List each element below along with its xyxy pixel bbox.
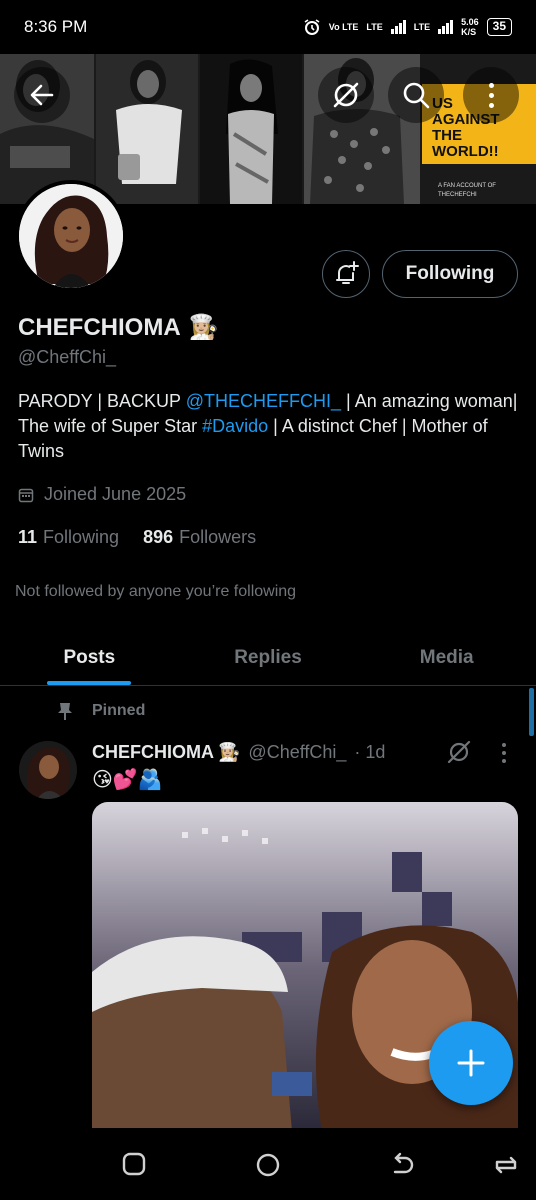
joined-text: Joined June 2025 [44,484,187,504]
post-avatar-photo [19,741,77,799]
post-grok-button[interactable] [444,737,474,767]
active-tab-indicator [47,681,131,685]
post-more-button[interactable] [494,740,514,766]
post-time: · 1d [354,742,386,762]
tab-replies[interactable]: Replies [179,630,358,685]
following-count-link[interactable]: 11 Following [18,527,119,548]
profile-name-text: CHEFCHIOMA [18,313,181,341]
tab-posts[interactable]: Posts [0,630,179,685]
alarm-icon [304,19,320,35]
more-vertical-icon [502,743,506,747]
recent-apps-icon[interactable] [121,1152,147,1176]
post-author-name[interactable]: CHEFCHIOMA [92,742,214,763]
search-icon [403,82,430,109]
compose-button[interactable] [429,1021,513,1105]
bell-plus-icon [336,261,359,284]
status-icons: Vo LTE LTE LTE 5.06 K/S 35 [303,17,512,37]
status-bar: 8:36 PM Vo LTE LTE LTE 5.06 K/S 35 [0,0,536,54]
more-options-button[interactable] [463,67,519,123]
status-time: 8:36 PM [24,17,88,36]
plus-icon [457,1049,485,1077]
pinned-label: Pinned [56,701,145,721]
profile-bio: PARODY | BACKUP @THECHEFFCHI_ | An amazi… [18,391,518,461]
system-nav-bar [0,1128,536,1200]
banner-subtitle: A FAN ACCOUNT OF THECHEFCHI [438,183,496,198]
grok-icon [333,82,359,108]
post-author-avatar[interactable] [19,741,77,799]
tab-media[interactable]: Media [357,630,536,685]
calendar-icon [18,488,34,502]
signal-icon-1 [390,20,406,34]
post-text: 😘💕🫂 [92,769,163,791]
net-speed-unit: K/S [461,27,477,37]
back-nav-icon[interactable] [389,1152,415,1178]
grok-button[interactable] [318,67,374,123]
banner-photo-2 [96,54,198,204]
battery-indicator: 35 [486,18,512,36]
net-speed: 5.06 K/S [461,17,479,37]
joined-date: Joined June 2025 [18,484,186,505]
pinned-text: Pinned [92,702,146,719]
followers-count-link[interactable]: 896 Followers [143,527,256,548]
bio-mention-link[interactable]: @THECHEFFCHI_ [186,391,341,411]
lte-indicator-2: LTE [413,22,431,32]
profile-handle: @CheffChi_ [18,347,116,367]
more-vertical-icon [488,82,494,88]
lte-indicator-1: LTE [366,22,383,32]
back-arrow-icon [30,84,54,106]
not-followed-notice: Not followed by anyone you’re following [15,583,297,600]
banner-photo-3 [200,54,302,204]
post-author-emoji: 👩🏼‍🍳 [218,742,241,762]
profile-tabs: Posts Replies Media [0,630,536,686]
back-button[interactable] [14,67,70,123]
grok-icon [447,740,471,764]
scrollbar[interactable] [529,688,534,736]
post-author-handle[interactable]: @CheffChi_ [248,742,346,763]
pin-icon [58,703,72,720]
post-header: CHEFCHIOMA 👩🏼‍🍳 @CheffChi_ · 1d [92,742,385,763]
home-circle-icon[interactable] [255,1152,281,1178]
rotate-icon[interactable] [492,1154,520,1176]
net-speed-value: 5.06 [461,17,479,27]
avatar-photo [19,184,123,288]
following-button[interactable]: Following [382,250,518,298]
follow-counts: 11 Following 896 Followers [18,527,256,548]
profile-avatar[interactable] [15,180,127,292]
notifications-button[interactable] [322,250,370,298]
bio-hashtag-link[interactable]: #Davido [202,416,268,436]
search-button[interactable] [388,67,444,123]
volte-indicator: Vo LTE [328,22,359,32]
chef-emoji: 👩🏼‍🍳 [188,314,219,341]
signal-icon-2 [438,20,454,34]
profile-name: CHEFCHIOMA 👩🏼‍🍳 [18,313,219,342]
